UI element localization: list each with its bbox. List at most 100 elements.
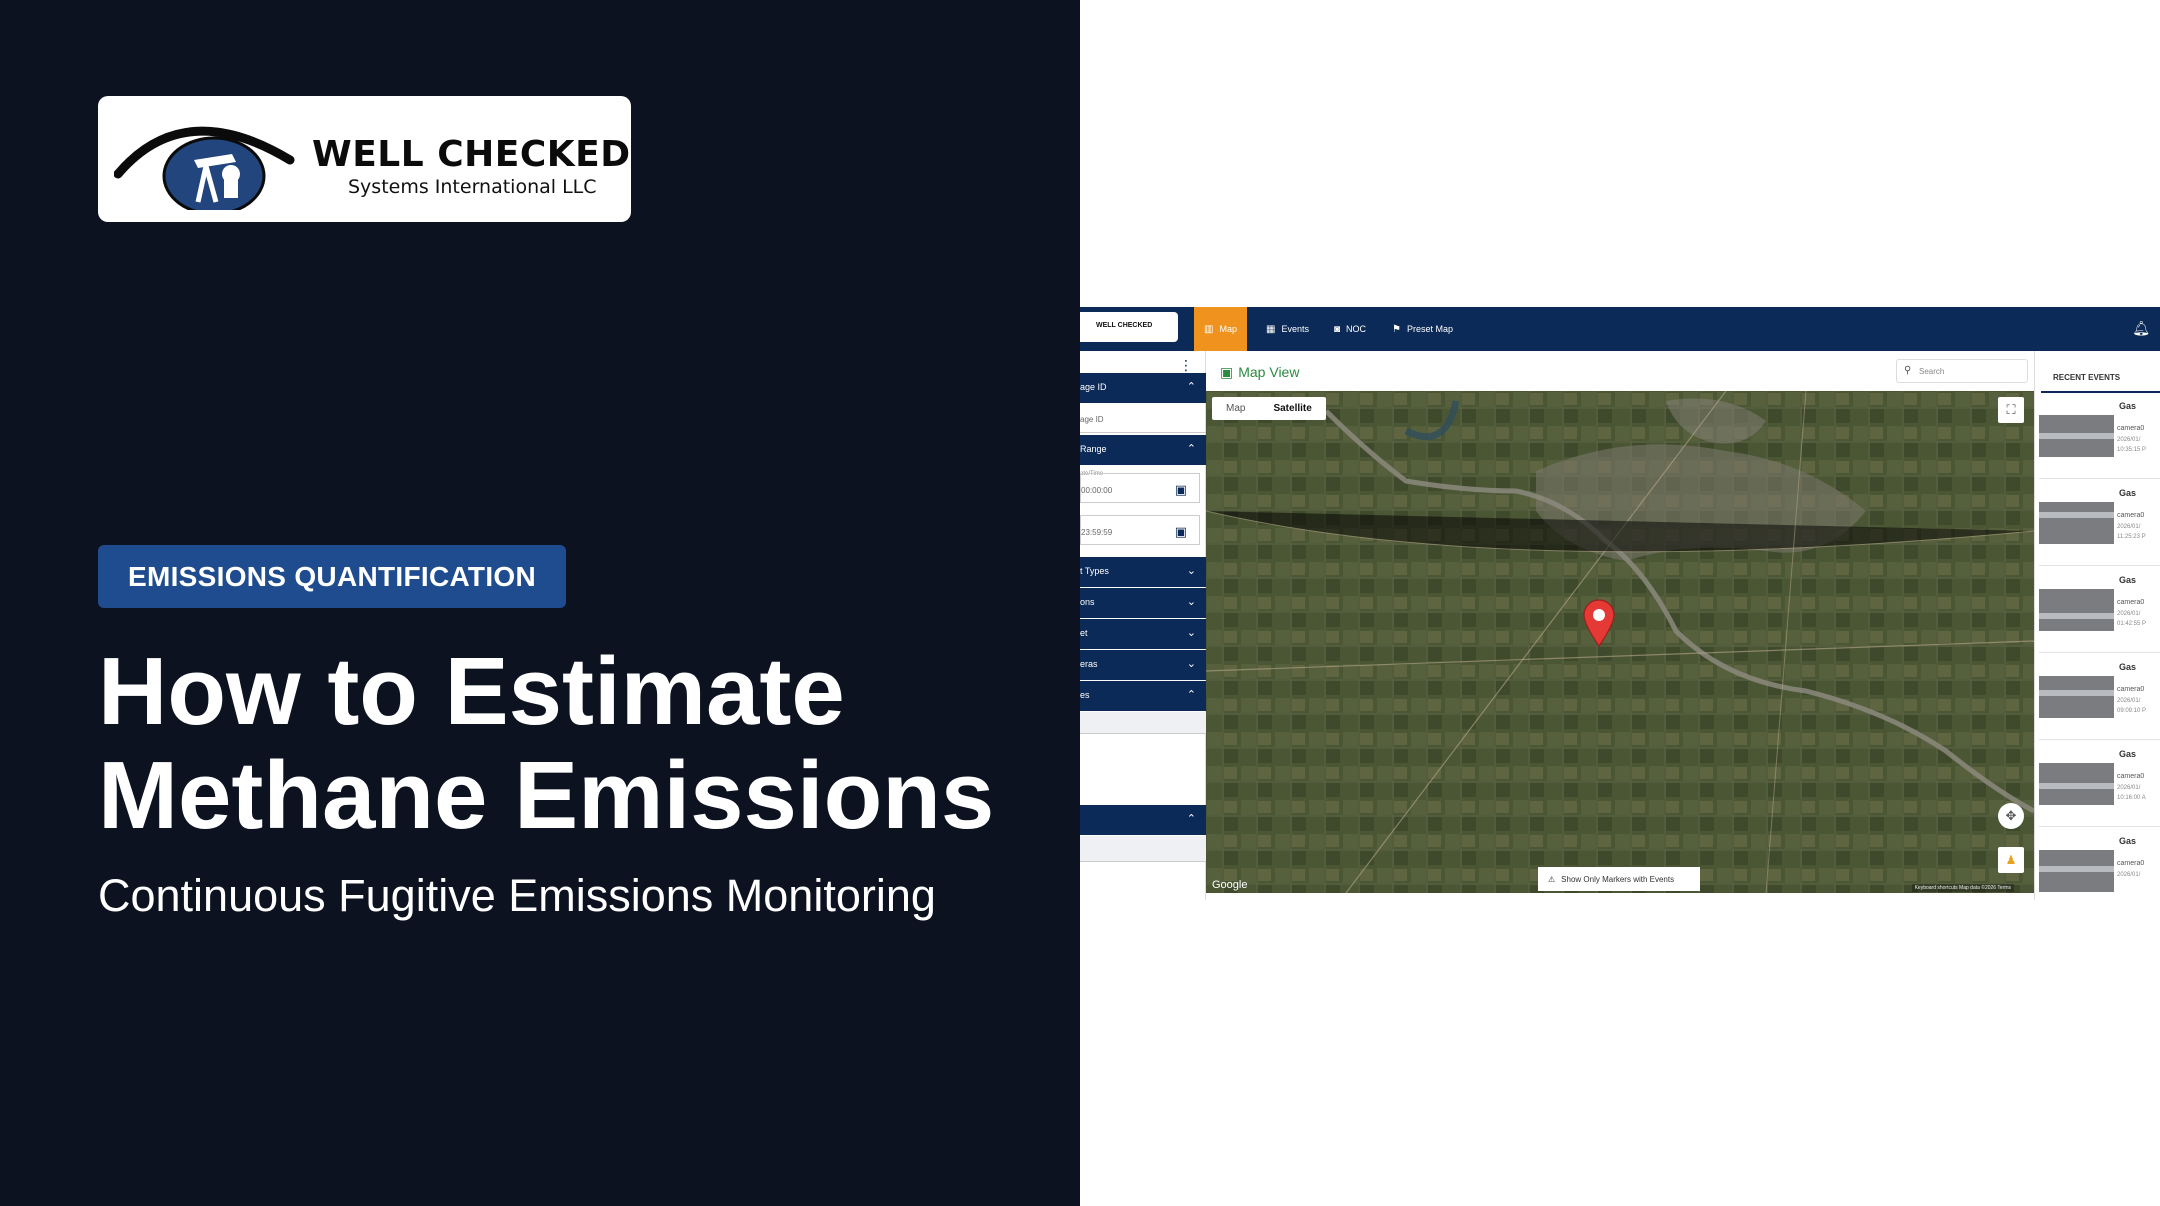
sites-list[interactable] (1080, 712, 1206, 734)
event-time: 10:16:00 A (2117, 795, 2146, 801)
event-time: 01:42:55 P (2117, 621, 2147, 627)
search-placeholder: Search (1919, 367, 1945, 376)
filter-section-date-range[interactable]: Range ⌃ (1080, 435, 1206, 465)
event-thumbnail[interactable] (2039, 415, 2114, 457)
filter-section-label: es (1080, 690, 1090, 700)
filter-section-asset[interactable]: et ⌄ (1080, 619, 1206, 649)
filter-section-label: Range (1080, 444, 1107, 454)
hero-title-line-2: Methane Emissions (98, 742, 995, 849)
bell-icon[interactable]: 🔔︎ (2132, 320, 2150, 337)
search-icon: ⚲ (1904, 365, 1912, 376)
event-camera: camera0 (2117, 425, 2145, 432)
tab-map-label: Map (1219, 324, 1237, 334)
filter-section-label: ons (1080, 597, 1095, 607)
event-thumbnail[interactable] (2039, 850, 2114, 892)
map-icon: ▥ (1204, 323, 1214, 335)
map-type-satellite-button[interactable]: Satellite (1259, 397, 1325, 420)
event-date: 2026/01/ (2117, 437, 2141, 443)
satellite-imagery (1206, 391, 2034, 893)
filter-section-label: eras (1080, 659, 1098, 669)
event-card[interactable]: Gas camera0 2026/01/ 01:42:55 P (2039, 573, 2160, 653)
filter-section-cameras[interactable]: eras ⌄ (1080, 650, 1206, 680)
filter-section-sites[interactable]: es ⌃ (1080, 681, 1206, 711)
calendar-icon[interactable]: ▣ (1175, 524, 1187, 540)
map-view-header: ▣ Map View ⚲ Search (1206, 351, 2034, 391)
filter-section-label: t Types (1080, 566, 1109, 576)
tab-events-label: Events (1281, 324, 1309, 334)
event-time: 11:25:23 P (2117, 534, 2146, 540)
nav-logo[interactable]: WELL CHECKED (1080, 312, 1178, 342)
end-time-value: 23:59:59 (1081, 528, 1113, 537)
filter-section-label: age ID (1080, 382, 1107, 392)
end-datetime-input[interactable]: 23:59:59 ▣ (1080, 515, 1200, 545)
hero-title-line-1: How to Estimate (98, 638, 845, 745)
hero-subtitle: Continuous Fugitive Emissions Monitoring (98, 870, 936, 921)
filter-section-event-types[interactable]: t Types ⌄ (1080, 557, 1206, 587)
event-card[interactable]: Gas camera0 2026/01/ 10:35:15 P (2039, 399, 2160, 479)
event-type: Gas (2119, 488, 2137, 498)
filter-section-locations[interactable]: ons ⌄ (1080, 588, 1206, 618)
tab-noc-label: NOC (1346, 324, 1367, 334)
page-title: ▣ Map View (1220, 364, 1299, 381)
filter-section-more[interactable]: ⌃ (1080, 805, 1206, 835)
more-vertical-icon[interactable]: ⋮ (1179, 357, 1193, 374)
recent-events-title: RECENT EVENTS (2053, 373, 2121, 382)
tab-preset-map[interactable]: ⚑ Preset Map (1382, 307, 1463, 351)
image-id-input[interactable]: age ID (1080, 403, 1206, 433)
event-thumbnail[interactable] (2039, 676, 2114, 718)
logo-subtitle: Systems International LLC (348, 176, 597, 198)
map-attribution: Keyboard shortcuts Map data ©2026 Terms (1911, 884, 2014, 892)
start-datetime-input[interactable]: 00:00:00 ▣ (1080, 473, 1200, 503)
event-date: 2026/01/ (2117, 524, 2141, 530)
event-camera: camera0 (2117, 599, 2145, 606)
search-input[interactable]: ⚲ Search (1896, 359, 2028, 383)
event-date: 2026/01/ (2117, 611, 2141, 617)
camera-icon: ◙ (1334, 323, 1341, 335)
event-type: Gas (2119, 836, 2137, 846)
event-card[interactable]: Gas camera0 2026/01/ 09:09:10 P (2039, 660, 2160, 740)
filter-sidebar: ⋮ age ID ⌃ age ID Range ⌃ ate/Time 00:00… (1080, 351, 1206, 900)
event-type: Gas (2119, 749, 2137, 759)
markers-toggle-label: Show Only Markers with Events (1561, 874, 1675, 884)
map-type-map-button[interactable]: Map (1212, 397, 1259, 420)
event-camera: camera0 (2117, 512, 2145, 519)
map-title-label: Map View (1238, 364, 1300, 380)
tab-preset-map-label: Preset Map (1406, 324, 1453, 334)
event-camera: camera0 (2117, 686, 2145, 693)
map-type-toggle: Map Satellite (1212, 397, 1326, 420)
chevron-down-icon: ⌄ (1186, 565, 1196, 577)
calendar-icon[interactable]: ▣ (1175, 482, 1187, 498)
start-time-value: 00:00:00 (1081, 486, 1113, 495)
event-camera: camera0 (2117, 773, 2145, 780)
app-screenshot: WELL CHECKED ▥ Map ▦ Events ◙ NOC ⚑ Pres… (1080, 307, 2160, 900)
filter-section-image-id[interactable]: age ID ⌃ (1080, 373, 1206, 403)
chevron-up-icon: ⌃ (1186, 689, 1196, 701)
event-thumbnail[interactable] (2039, 502, 2114, 544)
satellite-map[interactable]: Map Satellite ⛶ ✥ ♟ Google ⚠ Show Only M… (1206, 391, 2034, 893)
event-card[interactable]: Gas camera0 2026/01/ 10:16:00 A (2039, 747, 2160, 827)
fullscreen-icon[interactable]: ⛶ (1998, 397, 2024, 423)
logo-wordmark: WELL CHECKED (312, 134, 631, 175)
calendar-check-icon: ▣ (1220, 364, 1234, 380)
location-pin-icon[interactable] (1582, 599, 1616, 647)
show-markers-with-events-button[interactable]: ⚠ Show Only Markers with Events (1538, 867, 1700, 891)
event-camera: camera0 (2117, 860, 2145, 867)
google-logo: Google (1212, 879, 1248, 891)
chevron-down-icon: ⌄ (1186, 658, 1196, 670)
event-thumbnail[interactable] (2039, 589, 2114, 631)
more-list[interactable] (1080, 836, 1206, 862)
tab-noc[interactable]: ◙ NOC (1324, 307, 1376, 351)
tab-events[interactable]: ▦ Events (1256, 307, 1319, 351)
event-card[interactable]: Gas camera0 2026/01/ (2039, 834, 2160, 900)
event-thumbnail[interactable] (2039, 763, 2114, 805)
calendar-icon: ▦ (1266, 323, 1276, 335)
street-view-pegman-icon[interactable]: ♟ (1998, 847, 2024, 873)
event-type: Gas (2119, 662, 2137, 672)
pan-control-icon[interactable]: ✥ (1998, 803, 2024, 829)
company-logo: WELL CHECKED Systems International LLC (98, 96, 631, 222)
event-card[interactable]: Gas camera0 2026/01/ 11:25:23 P (2039, 486, 2160, 566)
tab-map[interactable]: ▥ Map (1194, 307, 1247, 351)
category-badge: EMISSIONS QUANTIFICATION (98, 545, 566, 608)
preset-map-icon: ⚑ (1392, 323, 1401, 335)
chevron-up-icon: ⌃ (1186, 813, 1196, 825)
